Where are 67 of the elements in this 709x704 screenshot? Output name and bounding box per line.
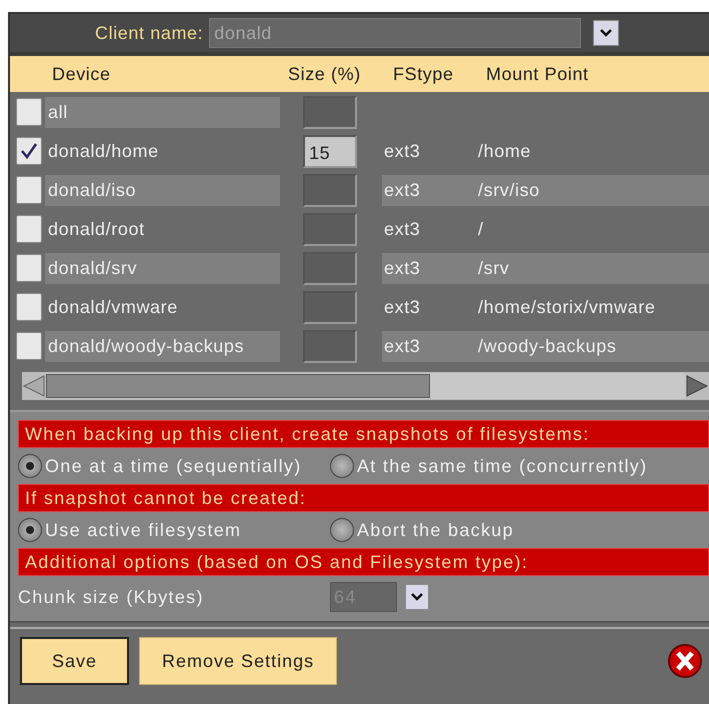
column-header: Device bbox=[52, 64, 112, 84]
radio-label: Use active filesystem bbox=[45, 520, 242, 540]
checkmark-icon bbox=[19, 141, 39, 161]
close-icon[interactable] bbox=[667, 643, 703, 679]
device-cell-text: donald/home bbox=[47, 140, 160, 162]
action-button[interactable]: Save bbox=[20, 637, 130, 685]
radio-option[interactable]: Use active filesystem bbox=[18, 518, 330, 542]
mount-point-text: / bbox=[478, 218, 484, 240]
device-cell-text: donald/vmware bbox=[47, 296, 179, 318]
radio-button[interactable] bbox=[18, 518, 42, 542]
size-field[interactable]: 15 bbox=[303, 134, 357, 168]
dropdown-button[interactable] bbox=[405, 584, 429, 610]
checkbox[interactable] bbox=[16, 176, 42, 204]
chevron-down-icon bbox=[599, 28, 614, 38]
mount-point-text: /srv bbox=[478, 256, 510, 280]
radio-button[interactable] bbox=[330, 518, 354, 542]
device-cell: all bbox=[45, 96, 280, 128]
radio-label: At the same time (concurrently) bbox=[357, 456, 648, 476]
mount-point-text: /home bbox=[478, 140, 532, 162]
section-heading: Additional options (based on OS and Filesystem type): bbox=[18, 548, 709, 576]
section-heading: When backing up this client, create snapshots of filesystems: bbox=[18, 420, 709, 448]
checkbox[interactable] bbox=[16, 332, 42, 360]
column-header: Size (%) bbox=[288, 64, 362, 84]
device-cell-text: donald/root bbox=[47, 218, 146, 240]
fstype-text: ext3 bbox=[383, 140, 422, 162]
size-field[interactable] bbox=[303, 212, 357, 246]
client-name-label: Client name: bbox=[95, 22, 204, 44]
client-name-field[interactable]: donald bbox=[209, 18, 582, 48]
chevron-down-icon bbox=[410, 592, 424, 602]
device-cell: donald/iso bbox=[45, 174, 280, 206]
fstype-text: ext3 bbox=[383, 256, 422, 280]
size-field[interactable] bbox=[303, 330, 357, 362]
checkbox[interactable] bbox=[16, 98, 42, 126]
radio-button[interactable] bbox=[330, 454, 354, 478]
scrollbar-thumb[interactable] bbox=[46, 374, 430, 398]
radio-label: One at a time (sequentially) bbox=[45, 456, 302, 476]
checkbox[interactable] bbox=[16, 254, 42, 282]
radio-option[interactable]: Abort the backup bbox=[330, 518, 514, 542]
fstype-text: ext3 bbox=[383, 178, 422, 202]
column-header: Mount Point bbox=[486, 64, 589, 84]
size-field[interactable] bbox=[303, 96, 357, 128]
checkbox[interactable] bbox=[16, 293, 42, 321]
size-field[interactable] bbox=[303, 174, 357, 206]
mount-point-text: /home/storix/vmware bbox=[478, 296, 656, 318]
scroll-left-icon[interactable] bbox=[22, 374, 46, 398]
radio-option[interactable]: At the same time (concurrently) bbox=[330, 454, 648, 478]
size-field[interactable] bbox=[303, 290, 357, 324]
checkbox[interactable] bbox=[16, 137, 42, 165]
scroll-right-icon[interactable] bbox=[685, 374, 709, 398]
radio-button[interactable] bbox=[18, 454, 42, 478]
fstype-text: ext3 bbox=[383, 296, 422, 318]
radio-label: Abort the backup bbox=[357, 520, 514, 540]
fstype-text: ext3 bbox=[383, 218, 422, 240]
device-cell: donald/srv bbox=[45, 252, 280, 284]
section-heading: If snapshot cannot be created: bbox=[18, 484, 709, 512]
mount-point-text: /srv/iso bbox=[478, 178, 540, 202]
device-cell: donald/woody-backups bbox=[45, 330, 280, 362]
column-header: FStype bbox=[393, 64, 455, 84]
radio-option[interactable]: One at a time (sequentially) bbox=[18, 454, 330, 478]
checkbox[interactable] bbox=[16, 215, 42, 243]
chunk-size-label: Chunk size (Kbytes) bbox=[18, 586, 205, 608]
horizontal-scrollbar[interactable] bbox=[22, 372, 709, 400]
dropdown-button[interactable] bbox=[593, 20, 620, 46]
action-button[interactable]: Remove Settings bbox=[139, 637, 338, 685]
fstype-text: ext3 bbox=[383, 334, 422, 358]
size-field[interactable] bbox=[303, 252, 357, 284]
mount-point-text: /woody-backups bbox=[478, 334, 616, 358]
